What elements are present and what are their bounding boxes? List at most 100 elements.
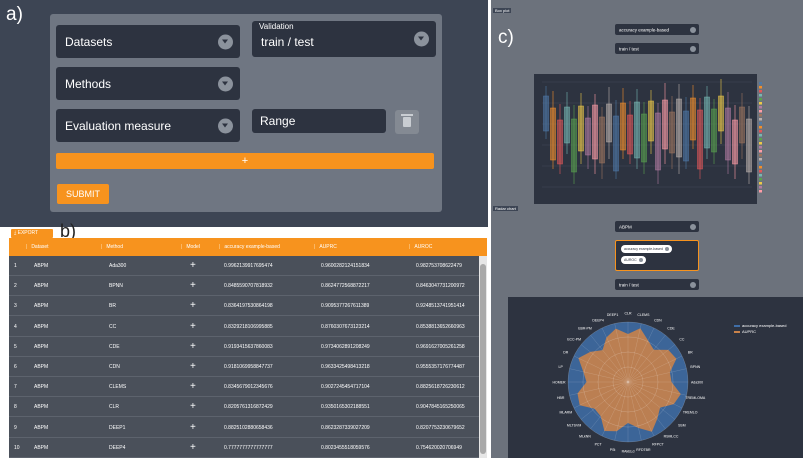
table-row[interactable]: 9 ABPM DEEP1 +0.8825102880658436 0.862328733… xyxy=(9,418,479,438)
radar-axis-label: DEEP1 xyxy=(607,313,619,317)
radar-legend-label: accuracy example-based xyxy=(742,323,786,328)
chevron-down-icon[interactable] xyxy=(218,76,233,91)
table-cell: 0.8760307673123214 xyxy=(321,323,370,330)
expand-model-button[interactable]: + xyxy=(190,418,196,438)
radar-chart: CLR CLEMS CDN CDE CC BR BPNN Ada300 TREMLOMA TREM… xyxy=(508,297,803,458)
box xyxy=(578,105,584,152)
radar-axis-label: MLARM xyxy=(559,410,572,414)
table-cell: CLEMS xyxy=(109,384,127,391)
legend-swatch xyxy=(759,122,762,125)
chip-label: AUROC xyxy=(624,258,637,262)
table-cell: 0.754620020706949 xyxy=(416,444,462,451)
range-input[interactable]: Range xyxy=(252,109,386,133)
column-header[interactable]: Method xyxy=(101,238,123,256)
boxplot-validation-select[interactable]: train / test xyxy=(615,43,699,54)
legend-swatch xyxy=(759,114,762,117)
radar-axis-label: CC xyxy=(679,338,685,342)
figure-root: a) Datasets Validation train / test Meth… xyxy=(0,0,803,458)
table-row[interactable]: 7 ABPM CLEMS +0.8345679012345676 0.902724545… xyxy=(9,377,479,398)
box xyxy=(599,116,605,164)
column-header[interactable]: AUPRC xyxy=(314,238,337,256)
expand-model-button[interactable]: + xyxy=(190,337,196,357)
box xyxy=(718,95,724,132)
radar-axis-label: TREMLO xyxy=(683,410,698,414)
column-header[interactable]: AUROC xyxy=(409,238,432,256)
radar-svg: CLR CLEMS CDN CDE CC BR BPNN Ada300 TREMLOMA TREM… xyxy=(552,312,786,454)
table-row[interactable]: 10 ABPM DEEP4 +0.7777777777777777 0.80234555… xyxy=(9,438,479,458)
radar-legend-swatch xyxy=(734,325,740,327)
chevron-down-icon[interactable] xyxy=(690,281,696,288)
expand-model-button[interactable]: + xyxy=(190,357,196,377)
chevron-down-icon[interactable] xyxy=(690,45,696,52)
radar-metric-select[interactable]: accuracy example-based AUROC xyxy=(615,240,699,271)
table-cell: 0.9095377267611389 xyxy=(321,303,370,310)
boxplot-svg xyxy=(542,79,752,188)
delete-button[interactable] xyxy=(395,110,419,134)
chevron-down-icon[interactable] xyxy=(218,118,233,133)
evaluation-measure-select[interactable]: Evaluation measure xyxy=(56,109,240,142)
validation-select[interactable]: Validation train / test xyxy=(252,21,436,57)
chevron-down-icon[interactable] xyxy=(690,26,696,33)
boxplot-legend xyxy=(759,82,762,193)
table-row[interactable]: 6 ABPM CDN +0.9181069958847737 0.96334254984… xyxy=(9,357,479,377)
box xyxy=(571,118,577,173)
radar-axis-label: RFDTBR xyxy=(636,448,651,452)
radar-axis-label: CLEMS xyxy=(637,313,650,317)
metric-chip[interactable]: accuracy example-based xyxy=(621,245,672,253)
metric-chip[interactable]: AUROC xyxy=(621,256,646,264)
column-header[interactable]: Model xyxy=(181,238,200,256)
expand-model-button[interactable]: + xyxy=(190,276,196,296)
legend-swatch xyxy=(759,174,762,177)
chevron-down-icon[interactable] xyxy=(414,31,429,47)
methods-select[interactable]: Methods xyxy=(56,67,240,100)
expand-model-button[interactable]: + xyxy=(190,256,196,276)
table-row[interactable]: 5 ABPM CDE +0.9193415637860083 0.97340628912… xyxy=(9,337,479,357)
table-cell: 0.8825102880658436 xyxy=(224,424,273,431)
table-row[interactable]: 2 ABPM BPNN +0.8485590707818932 0.8624772568… xyxy=(9,276,479,297)
table-cell: 0.9962139917695474 xyxy=(224,263,273,269)
visualization-panel: Box plot c) accuracy example-based train… xyxy=(491,0,803,458)
expand-model-button[interactable]: + xyxy=(190,377,196,397)
expand-model-button[interactable]: + xyxy=(190,438,196,458)
column-header[interactable]: Dataset xyxy=(26,238,48,256)
table-cell: 10 xyxy=(14,444,20,451)
table-cell: 0.8538813652660963 xyxy=(416,323,465,330)
panel-label-a: a) xyxy=(6,4,23,25)
legend-swatch xyxy=(759,146,762,149)
datasets-select[interactable]: Datasets xyxy=(56,25,240,58)
box xyxy=(669,111,675,154)
table-cell: ABPM xyxy=(34,424,49,431)
chevron-down-icon[interactable] xyxy=(218,34,233,49)
radar-validation-select[interactable]: train / test xyxy=(615,279,699,290)
vertical-scrollbar[interactable] xyxy=(479,256,487,458)
table-cell: CDE xyxy=(109,343,120,350)
box xyxy=(655,112,661,171)
expand-model-button[interactable]: + xyxy=(190,317,196,337)
radar-title: Radar chart xyxy=(493,206,518,211)
table-row[interactable]: 4 ABPM CC +0.8329218106995885 0.876030767312… xyxy=(9,317,479,337)
legend-swatch xyxy=(759,82,762,85)
results-panel: ⤓ EXPORT b) Dataset Method Model accurac… xyxy=(0,221,488,458)
methods-label: Methods xyxy=(65,76,112,91)
table-row[interactable]: 1 ABPM Ada300 +0.9962139917695474 0.96002821… xyxy=(9,256,479,276)
table-cell: 9 xyxy=(14,424,17,431)
add-measure-button[interactable]: + xyxy=(56,153,434,169)
radar-axis-label: Ada300 xyxy=(691,381,703,385)
submit-button[interactable]: SUBMIT xyxy=(57,184,109,204)
table-cell: 0.8023455518059576 xyxy=(321,444,370,451)
column-header[interactable]: accuracy example-based xyxy=(219,238,280,256)
chevron-down-icon[interactable] xyxy=(690,223,696,230)
radar-dataset-select[interactable]: ABPM xyxy=(615,221,699,232)
table-cell: CC xyxy=(109,323,117,330)
table-row[interactable]: 3 ABPM BR +0.8364197530864198 0.909537726761… xyxy=(9,296,479,317)
close-icon[interactable] xyxy=(638,258,643,263)
boxplot-title: Box plot xyxy=(493,8,512,13)
export-button[interactable]: ⤓ EXPORT xyxy=(11,229,53,238)
table-cell: 0.9350165302188551 xyxy=(321,404,370,411)
table-row[interactable]: 8 ABPM CLR +0.8205761316872429 0.93501653021… xyxy=(9,397,479,418)
close-icon[interactable] xyxy=(664,247,669,252)
expand-model-button[interactable]: + xyxy=(190,397,196,417)
expand-model-button[interactable]: + xyxy=(190,296,196,316)
boxplot-metric-select[interactable]: accuracy example-based xyxy=(615,24,699,35)
scrollbar-thumb[interactable] xyxy=(480,264,486,454)
